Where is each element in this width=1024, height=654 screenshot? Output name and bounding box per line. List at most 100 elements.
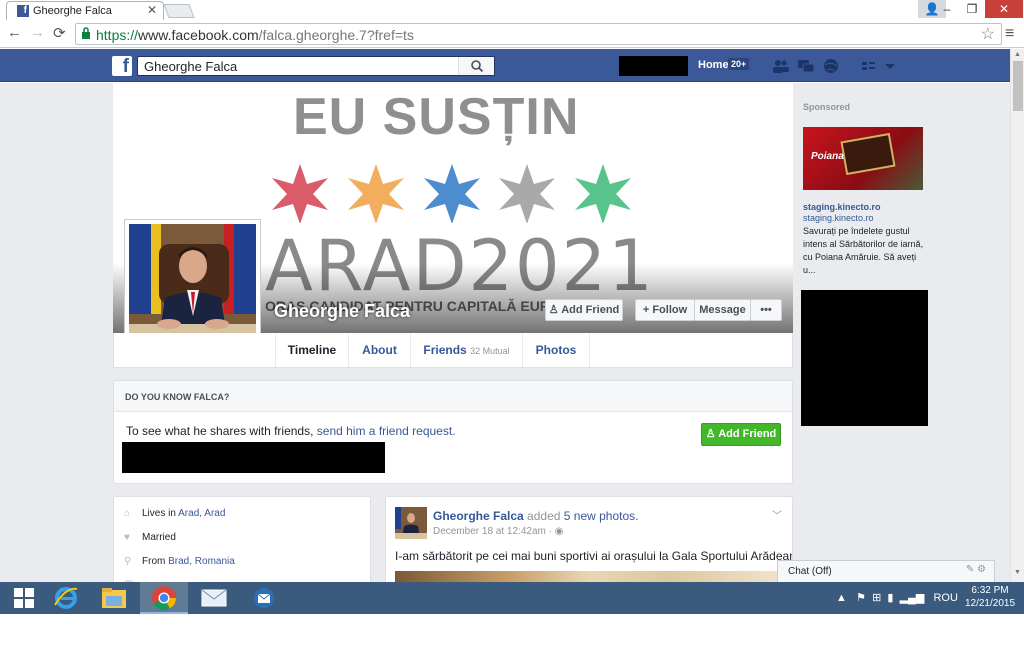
lock-icon: [82, 27, 90, 39]
profile-photo-portrait: [129, 224, 256, 351]
more-options-button[interactable]: •••: [750, 299, 782, 321]
chat-options: ✎ ⚙: [966, 564, 986, 575]
browser-tab-title: Gheorghe Falca: [33, 5, 112, 17]
reload-icon[interactable]: ⟳: [53, 24, 66, 42]
mail-taskbar-icon[interactable]: [190, 582, 238, 614]
minimize-window-button[interactable]: –: [933, 0, 961, 18]
redacted-block: [801, 290, 928, 426]
search-icon: [470, 60, 483, 73]
internet-explorer-taskbar-icon[interactable]: [42, 582, 90, 614]
restore-window-button[interactable]: ❐: [958, 0, 986, 18]
facebook-search-box[interactable]: Gheorghe Falca: [137, 56, 495, 76]
windows-tray-icon[interactable]: ⊞: [872, 592, 881, 604]
browser-tab[interactable]: f Gheorghe Falca ✕: [6, 1, 164, 20]
tab-timeline[interactable]: Timeline: [275, 333, 349, 367]
notifications-globe-icon[interactable]: [822, 58, 840, 74]
tab-about[interactable]: About: [349, 333, 411, 367]
facebook-logo-icon[interactable]: f: [112, 56, 132, 77]
facebook-favicon-icon: f: [17, 5, 29, 17]
start-button[interactable]: [0, 582, 48, 614]
post-author-link[interactable]: Gheorghe Falca: [433, 509, 524, 523]
add-friend-button[interactable]: ♙ Add Friend: [545, 299, 623, 321]
sponsored-heading: Sponsored: [803, 102, 851, 112]
scrollbar-thumb[interactable]: [1013, 61, 1023, 111]
thunderbird-taskbar-icon[interactable]: [240, 582, 288, 614]
plus-icon: +: [642, 304, 653, 316]
relationship-row: ♥ Married: [124, 532, 176, 543]
address-bar[interactable]: https://www.facebook.com/falca.gheorghe.…: [75, 23, 1002, 45]
ad-domain[interactable]: staging.kinecto.ro: [803, 213, 874, 223]
home-count-badge: 20+: [728, 58, 750, 70]
home-icon: ⌂: [124, 508, 131, 519]
hometown-link[interactable]: Brad, Romania: [168, 556, 235, 567]
ad-body-text: Savurați pe îndelete gustul intens al Să…: [803, 226, 924, 275]
account-dropdown-icon[interactable]: [881, 58, 899, 74]
friend-request-prompt: To see what he shares with friends, send…: [126, 424, 456, 438]
close-tab-icon[interactable]: ✕: [147, 3, 157, 17]
friend-requests-icon[interactable]: [772, 58, 790, 74]
lives-in-row: ⌂ Lives in Arad, Arad: [124, 508, 226, 519]
network-signal-icon[interactable]: ▂▄▆: [900, 592, 925, 604]
thunderbird-icon: [254, 588, 274, 608]
close-window-button[interactable]: ✕: [985, 0, 1023, 18]
intro-card: ⌂ Lives in Arad, Arad ♥ Married ⚲ From Brad…: [113, 496, 371, 586]
power-icon[interactable]: ▮: [887, 592, 893, 604]
post-author-avatar[interactable]: [395, 507, 427, 539]
mail-icon: [201, 589, 227, 607]
ie-icon: [54, 587, 78, 609]
clock-time: 6:32 PM: [971, 585, 1009, 596]
cover-headline: EU SUSȚIN: [293, 88, 580, 146]
do-you-know-title: DO YOU KNOW FALCA?: [125, 392, 230, 402]
lives-in-link[interactable]: Arad, Arad: [178, 508, 225, 519]
bookmark-star-icon[interactable]: ☆: [981, 24, 995, 44]
tab-friends[interactable]: Friends 32 Mutual: [411, 333, 523, 367]
post-timestamp[interactable]: December 18 at 12:42am · ◉: [433, 526, 563, 537]
language-indicator[interactable]: ROU: [933, 592, 957, 604]
profile-tabs-bar: Timeline About Friends 32 Mutual Photos: [113, 333, 793, 368]
page-scrollbar[interactable]: ▲ ▼: [1010, 49, 1024, 582]
tab-photos[interactable]: Photos: [523, 333, 590, 367]
add-friend-icon: ♙: [705, 428, 719, 440]
send-friend-request-link[interactable]: send him a friend request.: [317, 424, 456, 438]
browser-menu-icon[interactable]: ≡: [1005, 25, 1014, 43]
follow-button[interactable]: + Follow: [635, 299, 695, 321]
home-link[interactable]: Home: [698, 59, 729, 71]
add-friend-button-secondary[interactable]: ♙ Add Friend: [701, 423, 781, 446]
post-header: Gheorghe Falca added 5 new photos.: [433, 509, 639, 523]
back-arrow-icon[interactable]: ←: [7, 24, 22, 41]
forward-arrow-icon[interactable]: →: [30, 24, 45, 41]
search-button[interactable]: [458, 57, 494, 75]
file-explorer-taskbar-icon[interactable]: [90, 582, 138, 614]
ad-title-link[interactable]: staging.kinecto.ro: [803, 202, 881, 212]
profile-name[interactable]: Gheorghe Falca: [274, 301, 410, 322]
messages-icon[interactable]: [797, 58, 815, 74]
new-tab-button[interactable]: [163, 4, 195, 18]
message-button[interactable]: Message: [694, 299, 751, 321]
post-options-chevron-icon[interactable]: ﹀: [772, 507, 782, 522]
post-text: I-am sărbătorit pe cei mai buni sportivi…: [395, 549, 793, 563]
chrome-taskbar-icon[interactable]: [140, 582, 188, 614]
do-you-know-header: DO YOU KNOW FALCA?: [114, 381, 792, 412]
privacy-shortcuts-icon[interactable]: [860, 58, 878, 74]
heart-icon: ♥: [124, 532, 130, 543]
new-photos-link[interactable]: 5 new photos.: [564, 509, 639, 523]
show-hidden-icons-arrow-icon[interactable]: ▲: [836, 592, 847, 604]
scroll-down-arrow-icon[interactable]: ▼: [1014, 569, 1021, 576]
chat-bar[interactable]: Chat (Off) ✎ ⚙: [777, 560, 995, 582]
scroll-up-arrow-icon[interactable]: ▲: [1014, 51, 1021, 58]
windows-taskbar: ▲ ⚑ ⊞ ▮ ▂▄▆ ROU 6:32 PM 12/21/2015: [0, 582, 1024, 614]
ad-image[interactable]: Poiana: [803, 127, 923, 190]
chocolate-package-graphic: [840, 132, 896, 176]
clock-date: 12/21/2015: [964, 598, 1016, 609]
browser-tab-strip: f Gheorghe Falca ✕ 👤 – ❐ ✕: [0, 0, 1024, 20]
chat-status-label: Chat (Off): [788, 566, 832, 577]
audience-globe-icon: ◉: [554, 526, 564, 537]
search-input[interactable]: Gheorghe Falca: [144, 59, 237, 74]
chrome-icon: [152, 586, 176, 611]
taskbar-clock[interactable]: 6:32 PM 12/21/2015: [960, 584, 1020, 610]
timeline-post: Gheorghe Falca added 5 new photos. Decem…: [385, 496, 793, 586]
action-center-flag-icon[interactable]: ⚑: [856, 592, 866, 604]
redacted-user-name: [619, 56, 688, 76]
compose-icon[interactable]: ✎: [966, 564, 974, 575]
gear-icon[interactable]: ⚙: [977, 564, 986, 575]
